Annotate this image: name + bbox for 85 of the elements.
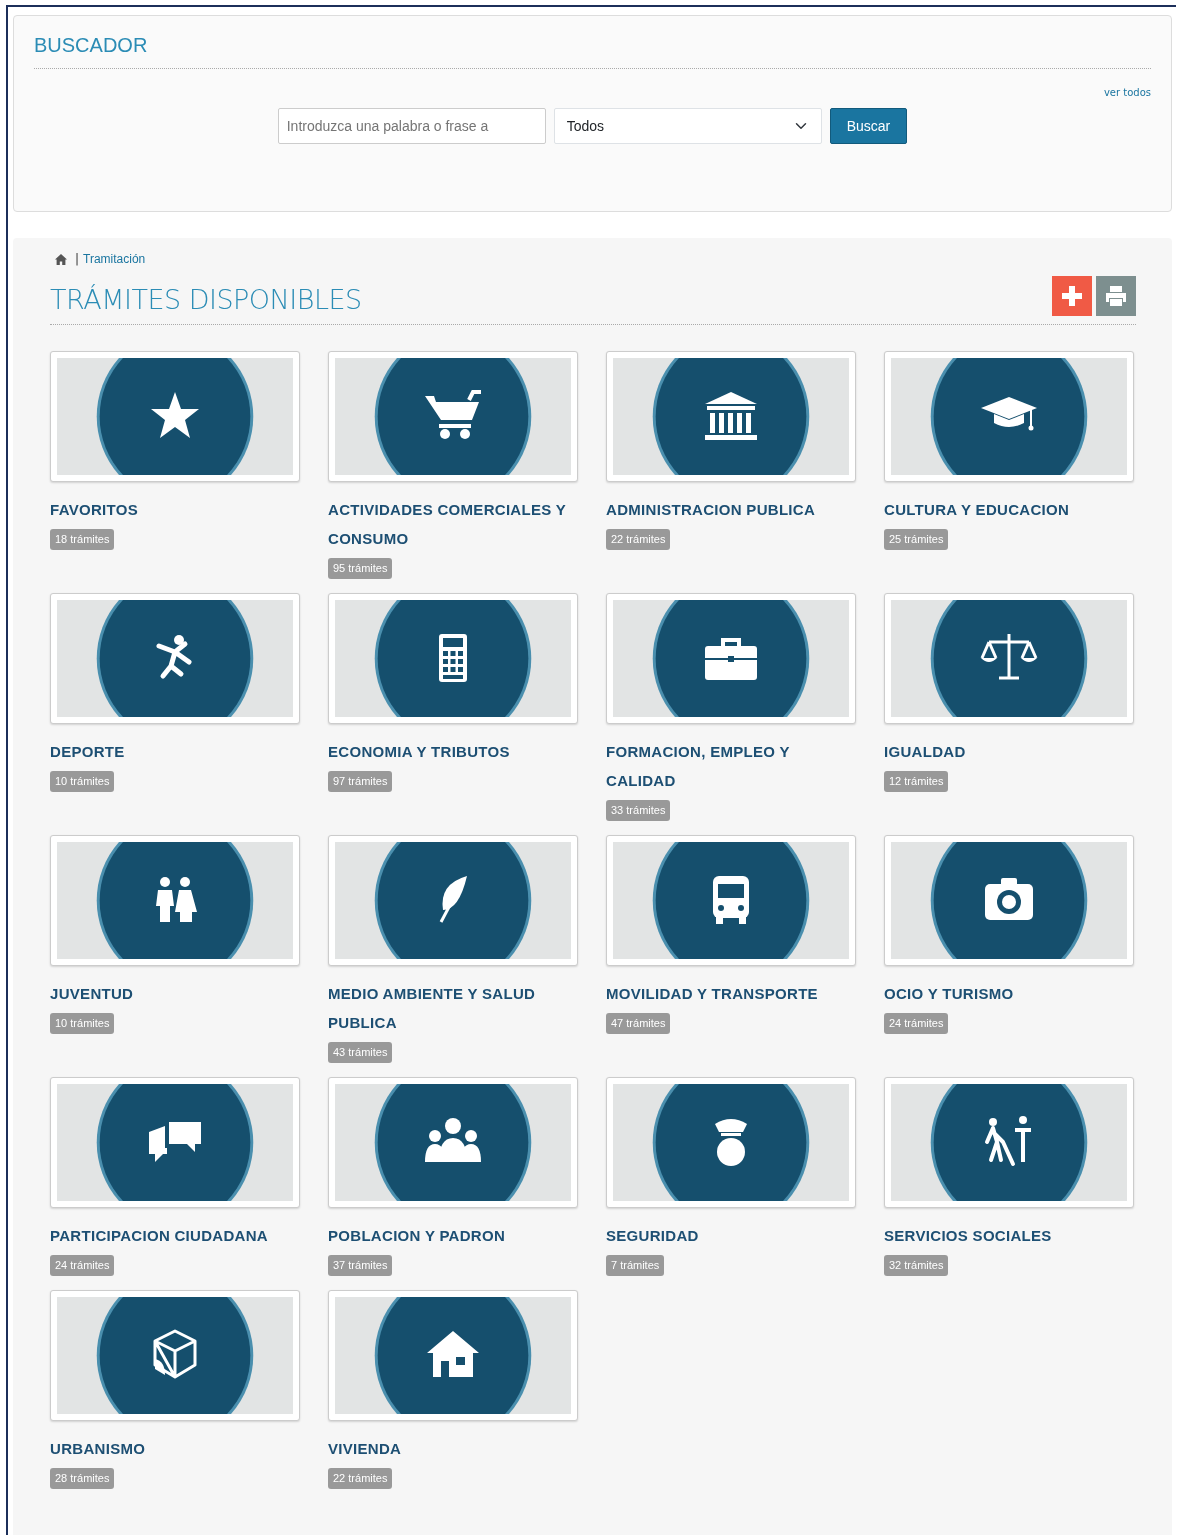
count-badge: 22 trámites: [606, 529, 671, 550]
children-icon: [156, 877, 197, 922]
search-button[interactable]: Buscar: [829, 108, 908, 144]
category-tile[interactable]: [884, 593, 1134, 724]
count-badge: 97 trámites: [328, 771, 393, 792]
category-tile[interactable]: [606, 1077, 856, 1208]
category-link[interactable]: ADMINISTRACION PUBLICA: [606, 495, 846, 524]
category-link[interactable]: DEPORTE: [50, 737, 290, 766]
graduation-cap-icon: [981, 397, 1037, 431]
category-tile[interactable]: [50, 835, 300, 966]
page-title: TRÁMITES DISPONIBLES: [50, 282, 362, 317]
printer-icon: [1105, 286, 1127, 306]
add-button[interactable]: [1052, 276, 1092, 316]
count-badge: 32 trámites: [884, 1255, 949, 1276]
building-icon: [705, 392, 757, 440]
category-link[interactable]: POBLACION Y PADRON: [328, 1221, 568, 1250]
category-tile[interactable]: [884, 1077, 1134, 1208]
view-all-link[interactable]: ver todos: [1103, 85, 1151, 100]
category-link[interactable]: JUVENTUD: [50, 979, 290, 1008]
count-badge: 95 trámites: [328, 558, 393, 579]
breadcrumb-link[interactable]: Tramitación: [83, 250, 146, 268]
police-officer-icon: [715, 1119, 747, 1166]
category-tile[interactable]: [328, 1290, 578, 1421]
category-tile[interactable]: [606, 351, 856, 482]
category-link[interactable]: MOVILIDAD Y TRANSPORTE: [606, 979, 846, 1008]
category-link[interactable]: CULTURA Y EDUCACION: [884, 495, 1124, 524]
calculator-icon: [439, 634, 467, 682]
category-link[interactable]: PARTICIPACION CIUDADANA: [50, 1221, 290, 1250]
runner-icon: [156, 635, 192, 679]
count-badge: 10 trámites: [50, 1013, 115, 1034]
category-tile[interactable]: [328, 1077, 578, 1208]
category-link[interactable]: IGUALDAD: [884, 737, 1124, 766]
home-icon[interactable]: [55, 253, 67, 265]
chat-icon: [149, 1122, 201, 1162]
category-tile[interactable]: [50, 1077, 300, 1208]
category-tile[interactable]: [606, 835, 856, 966]
breadcrumb-separator: |: [75, 251, 80, 268]
count-badge: 10 trámites: [50, 771, 115, 792]
category-tile[interactable]: [50, 593, 300, 724]
search-field[interactable]: Introduzca una palabra o frase a: [277, 108, 546, 144]
category-link[interactable]: ECONOMIA Y TRIBUTOS: [328, 737, 568, 766]
category-tile[interactable]: [328, 835, 578, 966]
count-badge: 7 trámites: [606, 1255, 665, 1276]
house-icon: [427, 1331, 479, 1377]
category-tile[interactable]: [884, 835, 1134, 966]
cube-icon: [153, 1329, 197, 1379]
scales-icon: [980, 632, 1038, 680]
cart-icon: [425, 390, 481, 439]
category-link[interactable]: SERVICIOS SOCIALES: [884, 1221, 1124, 1250]
category-tile[interactable]: [606, 593, 856, 724]
count-badge: 12 trámites: [884, 771, 949, 792]
star-icon: [151, 392, 199, 438]
count-badge: 43 trámites: [328, 1042, 393, 1063]
category-link[interactable]: MEDIO AMBIENTE Y SALUD PUBLICA: [328, 979, 568, 1037]
count-badge: 25 trámites: [884, 529, 949, 550]
category-tile[interactable]: [50, 1290, 300, 1421]
leaf-icon: [439, 876, 467, 923]
camera-icon: [985, 878, 1033, 920]
people-group-icon: [425, 1118, 481, 1162]
category-link[interactable]: FORMACION, EMPLEO Y CALIDAD: [606, 737, 846, 795]
category-link[interactable]: FAVORITOS: [50, 495, 290, 524]
count-badge: 22 trámites: [328, 1468, 393, 1489]
count-badge: 18 trámites: [50, 529, 115, 550]
count-badge: 24 trámites: [884, 1013, 949, 1034]
panel-title: BUSCADOR: [34, 33, 149, 58]
count-badge: 37 trámites: [328, 1255, 393, 1276]
bus-icon: [713, 876, 749, 924]
plus-icon: [1062, 286, 1082, 306]
count-badge: 28 trámites: [50, 1468, 115, 1489]
category-tile[interactable]: [50, 351, 300, 482]
category-tile[interactable]: [884, 351, 1134, 482]
blind-person-icon: [985, 1116, 1031, 1166]
count-badge: 33 trámites: [606, 800, 671, 821]
count-badge: 24 trámites: [50, 1255, 115, 1276]
count-badge: 47 trámites: [606, 1013, 671, 1034]
print-button[interactable]: [1096, 276, 1136, 316]
category-tile[interactable]: [328, 351, 578, 482]
category-link[interactable]: OCIO Y TURISMO: [884, 979, 1124, 1008]
category-tile[interactable]: [328, 593, 578, 724]
briefcase-icon: [705, 638, 757, 680]
category-link[interactable]: ACTIVIDADES COMERCIALES Y CONSUMO: [328, 495, 568, 553]
category-link[interactable]: SEGURIDAD: [606, 1221, 846, 1250]
category-link[interactable]: VIVIENDA: [328, 1434, 568, 1463]
category-link[interactable]: URBANISMO: [50, 1434, 290, 1463]
category-select[interactable]: Todos: [553, 108, 822, 144]
